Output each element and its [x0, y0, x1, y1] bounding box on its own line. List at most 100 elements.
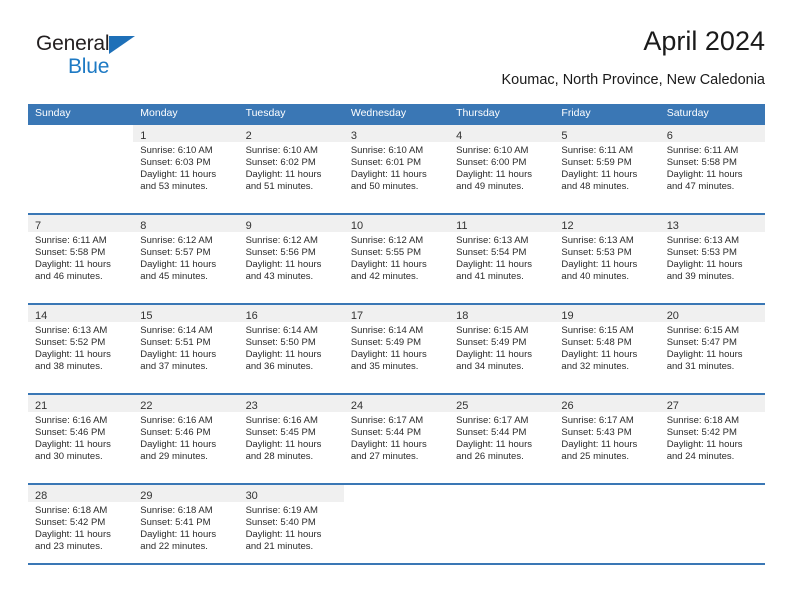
- daylight-text-line1: Daylight: 11 hours: [456, 169, 532, 181]
- daylight-text-line1: Daylight: 11 hours: [245, 439, 322, 451]
- day-cell: 30 Sunrise: 6:19 AM Sunset: 5:40 PM Dayl…: [238, 485, 344, 573]
- day-number-band: 30: [238, 485, 344, 502]
- day-cell: 25 Sunrise: 6:17 AM Sunset: 5:44 PM Dayl…: [449, 395, 555, 483]
- sunset-text: Sunset: 5:53 PM: [666, 247, 737, 259]
- day-details: Sunrise: 6:18 AM Sunset: 5:42 PM Dayligh…: [660, 412, 765, 463]
- weekday-header-row: Sunday Monday Tuesday Wednesday Thursday…: [28, 104, 765, 123]
- sunset-text: Sunset: 5:46 PM: [140, 427, 211, 439]
- day-number: 5: [561, 130, 568, 142]
- day-number-band: 20: [659, 305, 765, 322]
- sunset-text: Sunset: 6:02 PM: [245, 157, 316, 169]
- sunset-text: Sunset: 5:42 PM: [35, 517, 106, 529]
- calendar-bottom-rule: [28, 563, 765, 565]
- day-number-band: 6: [659, 125, 765, 142]
- day-number: 29: [140, 490, 153, 502]
- sunset-text: Sunset: 5:46 PM: [35, 427, 106, 439]
- daylight-text-line1: Daylight: 11 hours: [350, 169, 427, 181]
- daylight-text-line2: and 41 minutes.: [456, 271, 524, 283]
- sunset-text: Sunset: 5:52 PM: [35, 337, 106, 349]
- daylight-text-line1: Daylight: 11 hours: [666, 349, 743, 361]
- daylight-text-line1: Daylight: 11 hours: [350, 439, 427, 451]
- day-details: Sunrise: 6:16 AM Sunset: 5:45 PM Dayligh…: [239, 412, 344, 463]
- day-number: 12: [561, 220, 574, 232]
- day-number: 7: [35, 220, 42, 232]
- sunrise-text: Sunrise: 6:11 AM: [666, 145, 739, 156]
- daylight-text-line2: and 31 minutes.: [666, 361, 735, 373]
- day-details: Sunrise: 6:14 AM Sunset: 5:49 PM Dayligh…: [344, 322, 449, 373]
- day-details: Sunrise: 6:12 AM Sunset: 5:56 PM Dayligh…: [239, 232, 344, 283]
- sunrise-text: Sunrise: 6:12 AM: [140, 235, 213, 246]
- day-number-band: 29: [133, 485, 239, 502]
- sunrise-text: Sunrise: 6:18 AM: [140, 505, 213, 516]
- day-details: Sunrise: 6:17 AM Sunset: 5:44 PM Dayligh…: [344, 412, 449, 463]
- weekday-header-monday: Monday: [140, 107, 178, 119]
- day-number-band: 15: [133, 305, 239, 322]
- day-number-band: 24: [343, 395, 450, 412]
- day-cell: 13 Sunrise: 6:13 AM Sunset: 5:53 PM Dayl…: [659, 215, 765, 303]
- day-cell: 3 Sunrise: 6:10 AM Sunset: 6:01 PM Dayli…: [343, 125, 450, 213]
- daylight-text-line1: Daylight: 11 hours: [35, 439, 111, 451]
- daylight-text-line1: Daylight: 11 hours: [456, 259, 532, 271]
- sunset-text: Sunset: 5:45 PM: [245, 427, 316, 439]
- daylight-text-line2: and 40 minutes.: [561, 271, 630, 283]
- logo-text-blue: Blue: [68, 55, 110, 78]
- daylight-text-line2: and 38 minutes.: [35, 361, 103, 373]
- day-number-band: 19: [554, 305, 660, 322]
- day-cell: 16 Sunrise: 6:14 AM Sunset: 5:50 PM Dayl…: [238, 305, 344, 393]
- daylight-text-line2: and 37 minutes.: [140, 361, 208, 373]
- day-cell: [659, 485, 765, 573]
- daylight-text-line2: and 53 minutes.: [140, 181, 208, 193]
- day-number-band: 13: [659, 215, 765, 232]
- day-number-band: 12: [554, 215, 660, 232]
- day-cell: 11 Sunrise: 6:13 AM Sunset: 5:54 PM Dayl…: [449, 215, 555, 303]
- day-details: Sunrise: 6:13 AM Sunset: 5:53 PM Dayligh…: [660, 232, 765, 283]
- day-cell: [554, 485, 660, 573]
- daylight-text-line1: Daylight: 11 hours: [561, 439, 638, 451]
- daylight-text-line2: and 36 minutes.: [245, 361, 314, 373]
- daylight-text-line2: and 34 minutes.: [456, 361, 524, 373]
- day-number: 24: [350, 400, 364, 412]
- sunrise-text: Sunrise: 6:18 AM: [35, 505, 108, 516]
- daylight-text-line2: and 39 minutes.: [666, 271, 735, 283]
- daylight-text-line2: and 51 minutes.: [245, 181, 314, 193]
- sunrise-text: Sunrise: 6:18 AM: [666, 415, 740, 426]
- day-cell: [343, 485, 450, 573]
- sunrise-text: Sunrise: 6:10 AM: [456, 145, 529, 156]
- week-row: 7 Sunrise: 6:11 AM Sunset: 5:58 PM Dayli…: [28, 213, 765, 303]
- daylight-text-line1: Daylight: 11 hours: [245, 349, 322, 361]
- week-row: 1 Sunrise: 6:10 AM Sunset: 6:03 PM Dayli…: [28, 123, 765, 213]
- day-details: Sunrise: 6:12 AM Sunset: 5:55 PM Dayligh…: [344, 232, 449, 283]
- sunset-text: Sunset: 5:44 PM: [456, 427, 527, 439]
- sunset-text: Sunset: 5:44 PM: [350, 427, 422, 439]
- day-details: Sunrise: 6:13 AM Sunset: 5:52 PM Dayligh…: [28, 322, 133, 373]
- day-number: 17: [350, 310, 364, 322]
- day-cell: 22 Sunrise: 6:16 AM Sunset: 5:46 PM Dayl…: [133, 395, 239, 483]
- sunset-text: Sunset: 6:00 PM: [456, 157, 527, 169]
- day-number-band: 22: [133, 395, 239, 412]
- sunset-text: Sunset: 5:55 PM: [350, 247, 422, 259]
- daylight-text-line2: and 46 minutes.: [35, 271, 103, 283]
- weekday-header-friday: Friday: [561, 107, 591, 119]
- day-number-band: [449, 485, 555, 502]
- day-details: [660, 502, 765, 505]
- day-cell: 6 Sunrise: 6:11 AM Sunset: 5:58 PM Dayli…: [659, 125, 765, 213]
- daylight-text-line1: Daylight: 11 hours: [666, 259, 743, 271]
- day-cell: 29 Sunrise: 6:18 AM Sunset: 5:41 PM Dayl…: [133, 485, 239, 573]
- day-number: 4: [456, 130, 463, 142]
- day-number-band: 5: [554, 125, 660, 142]
- sunrise-text: Sunrise: 6:10 AM: [245, 145, 318, 156]
- day-number: 10: [350, 220, 364, 232]
- daylight-text-line1: Daylight: 11 hours: [35, 529, 111, 541]
- day-number-band: 21: [28, 395, 134, 412]
- day-number-band: 8: [133, 215, 239, 232]
- daylight-text-line1: Daylight: 11 hours: [666, 439, 743, 451]
- weekday-header-thursday: Thursday: [456, 107, 500, 119]
- day-number: 3: [350, 130, 357, 142]
- daylight-text-line2: and 42 minutes.: [350, 271, 419, 283]
- sunrise-text: Sunrise: 6:15 AM: [666, 325, 740, 336]
- day-details: Sunrise: 6:10 AM Sunset: 6:00 PM Dayligh…: [449, 142, 554, 193]
- sunset-text: Sunset: 6:03 PM: [140, 157, 211, 169]
- sunset-text: Sunset: 5:43 PM: [561, 427, 632, 439]
- daylight-text-line2: and 24 minutes.: [666, 451, 735, 463]
- day-details: Sunrise: 6:15 AM Sunset: 5:49 PM Dayligh…: [449, 322, 554, 373]
